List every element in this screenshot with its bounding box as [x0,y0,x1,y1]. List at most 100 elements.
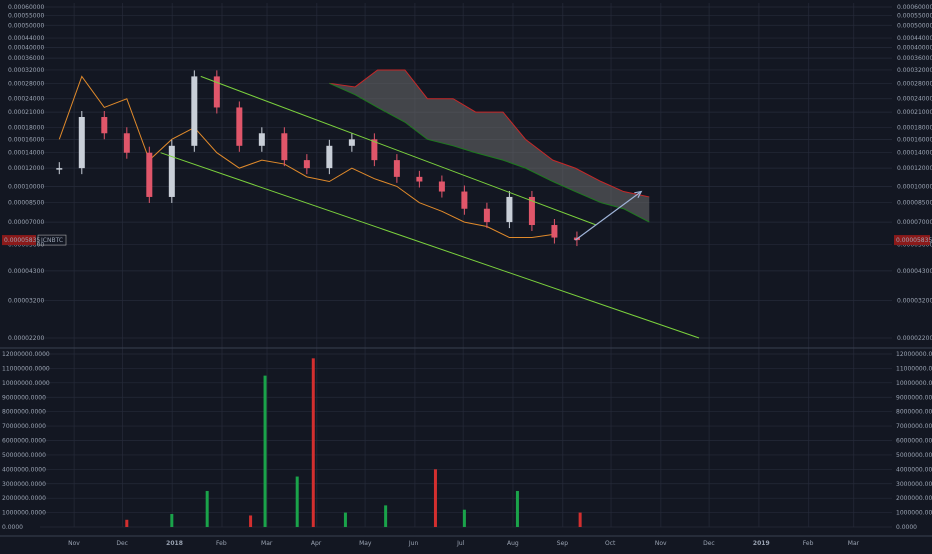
volume-bar [170,514,174,527]
price-tick-label-left: 0.00007000 [8,219,44,226]
price-tick-label-right: 0.00003200 [897,297,932,304]
time-tick-label: Feb [216,540,227,547]
time-tick-label: Mar [848,540,860,547]
price-tick-label-left: 0.00014000 [8,150,44,157]
price-tick-label-left: 0.00003200 [8,297,44,304]
background [0,0,932,550]
price-tick-label-right: 0.00024000 [897,96,932,103]
time-tick-label: Jul [456,540,465,547]
price-tick-label-right: 0.00018000 [897,125,932,132]
volume-bar [295,476,299,527]
volume-bar [433,469,437,527]
price-tick-label-right: 0.00007000 [897,219,932,226]
candle-body [258,133,265,146]
time-tick-label: 2018 [166,540,183,547]
volume-tick-label-left: 9000000.0000 [2,394,46,401]
price-tick-label-right: 0.00010000 [897,183,932,190]
volume-tick-label-left: 12000000.0000 [2,351,50,358]
volume-bar [311,358,315,527]
price-tick-label-left: 0.00010000 [8,183,44,190]
symbol-label: ICNBTC [41,237,63,244]
price-tick-label-left: 0.00002200 [8,335,44,342]
volume-tick-label-right: 5000000.0000 [896,452,932,459]
volume-tick-label-left: 3000000.0000 [2,481,46,488]
volume-tick-label-right: 10000000.0000 [896,380,932,387]
price-tick-label-left: 0.00024000 [8,96,44,103]
volume-tick-label-right: 11000000.0000 [896,365,932,372]
candle-body [506,196,513,223]
volume-tick-label-right: 0.0000 [896,524,917,531]
candle-body [168,145,175,197]
price-tick-label-right: 0.00055000 [897,13,932,20]
volume-bar [125,519,129,527]
candle-body [303,160,310,169]
candle-body [326,145,333,169]
candle-body [551,225,558,238]
candle-body [56,168,63,170]
volume-tick-label-right: 12000000.0000 [896,351,932,358]
volume-tick-label-left: 1000000.0000 [2,510,46,517]
volume-tick-label-right: 1000000.0000 [896,510,932,517]
price-tick-label-right: 0.00008500 [897,200,932,207]
time-tick-label: Jun [408,540,419,547]
volume-tick-label-right: 3000000.0000 [896,481,932,488]
candle-body [123,133,130,153]
chart-svg: 0.00060000 0.00060000 0.00055000 0.00055000… [0,0,932,550]
price-tick-label-right: 0.00040000 [897,45,932,52]
price-tick-label-left: 0.00028000 [8,80,44,87]
time-tick-label: Dec [116,540,128,547]
candle-body [281,133,288,161]
volume-tick-label-left: 11000000.0000 [2,365,50,372]
price-tick-label-right: 0.00044000 [897,35,932,42]
time-tick-label: Nov [655,540,667,547]
price-tick-label-left: 0.00032000 [8,67,44,74]
volume-tick-label-right: 2000000.0000 [896,495,932,502]
volume-bar [205,490,209,527]
time-tick-label: 2019 [753,540,770,547]
candle-body [438,181,445,192]
candle-body [416,176,423,182]
price-tick-label-left: 0.00018000 [8,125,44,132]
volume-bar [263,375,267,527]
price-tick-label-left: 0.00044000 [8,35,44,42]
price-tick-label-right: 0.00016000 [897,136,932,143]
price-tick-label-right: 0.00014000 [897,150,932,157]
time-tick-label: Apr [311,540,322,547]
candle-body [393,160,400,177]
candle-body [101,116,108,134]
price-tick-label-right: 0.00021000 [897,109,932,116]
time-tick-label: Dec [703,540,715,547]
price-tick-label-left: 0.00036000 [8,55,44,62]
candle-body [348,139,355,146]
price-tick-label-left: 0.00060000 [8,4,44,11]
price-tick-label-right: 0.00004300 [897,268,932,275]
time-tick-label: May [359,540,372,547]
last-price-label-right: 0.00005835 [896,237,932,244]
volume-tick-label-right: 4000000.0000 [896,466,932,473]
price-tick-label-right: 0.00036000 [897,55,932,62]
price-tick-label-left: 0.00040000 [8,45,44,52]
candle-body [483,208,490,223]
volume-tick-label-left: 0.0000 [2,524,23,531]
chart-canvas: 0.00060000 0.00060000 0.00055000 0.00055000… [0,0,932,550]
volume-bar [249,515,253,527]
price-tick-label-right: 0.00012000 [897,165,932,172]
volume-tick-label-right: 7000000.0000 [896,423,932,430]
candle-body [236,107,243,146]
price-tick-label-right: 0.00050000 [897,22,932,29]
price-tick-label-left: 0.00008500 [8,200,44,207]
price-tick-label-left: 0.00021000 [8,109,44,116]
time-tick-label: Aug [507,540,519,547]
volume-tick-label-left: 10000000.0000 [2,380,50,387]
volume-bar [578,512,582,527]
price-tick-label-left: 0.00012000 [8,165,44,172]
price-tick-label-right: 0.00060000 [897,4,932,11]
volume-tick-label-right: 6000000.0000 [896,438,932,445]
time-tick-label: Sep [557,540,569,547]
price-tick-label-left: 0.00055000 [8,13,44,20]
candle-body [213,76,220,108]
volume-bar [462,509,466,527]
volume-tick-label-left: 6000000.0000 [2,438,46,445]
time-tick-label: Nov [68,540,80,547]
price-tick-label-right: 0.00032000 [897,67,932,74]
